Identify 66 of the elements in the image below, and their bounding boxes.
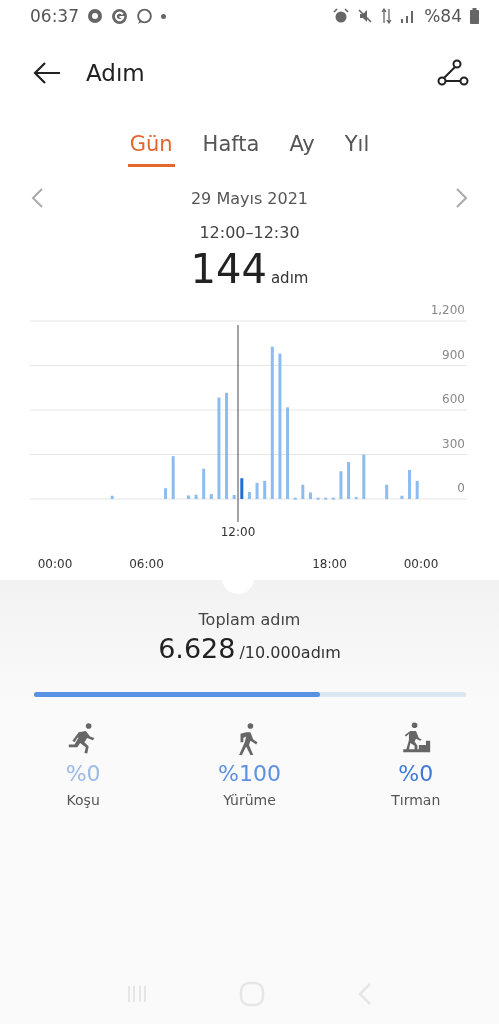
notification-dot-icon bbox=[161, 13, 166, 19]
step-bar bbox=[240, 478, 244, 499]
share-button[interactable] bbox=[437, 59, 469, 87]
x-tick-label: 06:00 bbox=[129, 557, 164, 571]
status-time: 06:37 bbox=[30, 6, 79, 26]
y-tick-label: 1,200 bbox=[430, 303, 465, 317]
step-bar bbox=[415, 480, 419, 499]
step-bar bbox=[209, 494, 213, 499]
x-tick-label: 18:00 bbox=[312, 557, 347, 571]
step-bar bbox=[324, 497, 328, 500]
period-tab[interactable]: Hafta bbox=[200, 128, 262, 167]
total-value: 6.628 bbox=[158, 633, 236, 664]
step-bar bbox=[255, 482, 259, 499]
y-tick-label: 300 bbox=[442, 436, 465, 451]
x-tick-label: 00:00 bbox=[37, 557, 73, 571]
activity-percent: %100 bbox=[218, 761, 281, 786]
alarm-icon bbox=[333, 8, 350, 24]
period-tab[interactable]: Yıl bbox=[342, 128, 372, 167]
date-label: 29 Mayıs 2021 bbox=[190, 188, 309, 208]
data-arrows-icon bbox=[381, 8, 393, 24]
step-bar bbox=[171, 456, 175, 499]
goal-text: /10.000adım bbox=[239, 643, 341, 662]
step-bar bbox=[385, 484, 389, 499]
battery-percent: %84 bbox=[424, 6, 462, 26]
step-bar bbox=[110, 495, 114, 499]
step-bar bbox=[400, 495, 404, 499]
activity-percent: %0 bbox=[398, 761, 434, 786]
y-tick-label: 900 bbox=[442, 347, 465, 362]
step-bar bbox=[164, 488, 168, 499]
browser-icon bbox=[87, 8, 103, 24]
step-bar bbox=[308, 492, 312, 499]
chat-icon bbox=[136, 7, 153, 25]
period-tab[interactable]: Ay bbox=[287, 128, 317, 167]
page-title: Adım bbox=[86, 60, 145, 86]
step-bar bbox=[339, 471, 343, 499]
x-tick-label: 00:00 bbox=[403, 557, 439, 571]
activity-percent: %0 bbox=[65, 761, 101, 786]
step-bar bbox=[347, 462, 351, 499]
back-button[interactable] bbox=[32, 61, 62, 85]
next-day-button[interactable] bbox=[455, 187, 469, 209]
activity-label: Yürüme bbox=[223, 792, 276, 808]
step-bar bbox=[186, 495, 190, 499]
step-bar bbox=[247, 492, 251, 499]
step-bar bbox=[293, 497, 297, 500]
total-label: Toplam adım bbox=[198, 610, 301, 629]
step-value: 144 bbox=[190, 246, 267, 292]
step-unit: adım bbox=[270, 269, 309, 287]
previous-day-button[interactable] bbox=[30, 187, 44, 209]
step-bar bbox=[194, 494, 198, 499]
step-bar bbox=[408, 469, 412, 499]
step-bar bbox=[202, 468, 206, 499]
step-bar bbox=[263, 480, 267, 499]
step-bar bbox=[354, 497, 358, 500]
step-bar bbox=[232, 495, 236, 499]
y-tick-label: 0 bbox=[457, 481, 465, 495]
y-tick-label: 600 bbox=[442, 392, 465, 406]
time-range: 12:00–12:30 bbox=[199, 223, 300, 242]
step-bar bbox=[362, 454, 366, 499]
step-bar bbox=[316, 497, 320, 500]
step-bar bbox=[301, 484, 305, 499]
activity-label: Koşu bbox=[66, 792, 100, 808]
activity-label: Tırman bbox=[391, 792, 441, 808]
ref-line-label: 12:00 bbox=[220, 525, 256, 539]
battery-icon bbox=[470, 8, 479, 24]
step-bar bbox=[331, 497, 335, 500]
mute-icon bbox=[357, 8, 374, 24]
